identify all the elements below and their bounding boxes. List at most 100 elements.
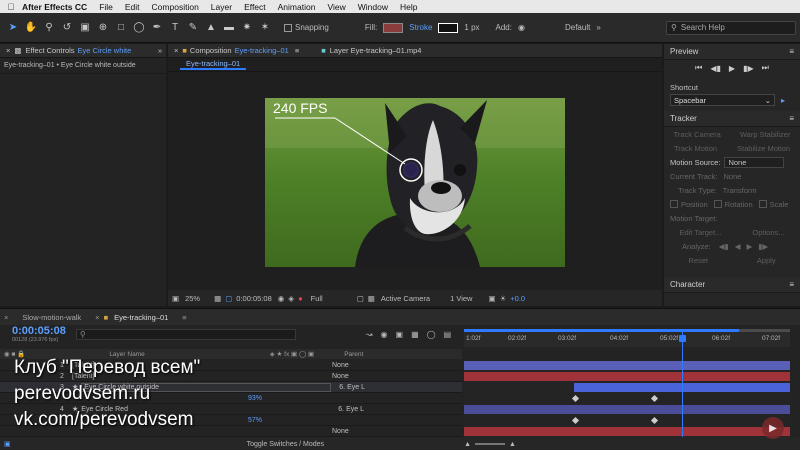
rectangle-tool-icon[interactable]: □ xyxy=(114,21,128,35)
panel-menu-icon[interactable]: ≡ xyxy=(789,280,794,289)
keyframe[interactable] xyxy=(650,394,659,403)
playhead-handle[interactable] xyxy=(679,335,686,342)
roto-brush-tool-icon[interactable]: ✷ xyxy=(240,21,254,35)
property-value[interactable]: 57% xyxy=(248,417,262,424)
menu-edit[interactable]: Edit xyxy=(125,2,140,12)
timeline-search-field[interactable]: ⚲ xyxy=(75,328,296,340)
layer-parent[interactable]: None xyxy=(332,428,349,435)
lock-icon[interactable]: ▩ xyxy=(14,46,21,55)
composition-title[interactable]: Composition xyxy=(190,46,232,55)
workspace-default[interactable]: Default xyxy=(565,23,590,32)
panel-menu-icon[interactable]: ≡ xyxy=(182,313,186,322)
motion-blur-icon[interactable]: ◯ xyxy=(427,330,436,339)
brush-tool-icon[interactable]: ✎ xyxy=(186,21,200,35)
layer-bar[interactable] xyxy=(464,405,790,414)
comp-subtab[interactable]: Eye-tracking–01 xyxy=(180,59,247,70)
rotate-tool-icon[interactable]: ↺ xyxy=(60,21,74,35)
menu-window[interactable]: Window xyxy=(358,2,388,12)
snapshot-icon[interactable]: ◉ xyxy=(278,294,285,303)
type-tool-icon[interactable]: T xyxy=(168,21,182,35)
layer-parent[interactable]: None xyxy=(332,362,349,369)
current-track-value[interactable]: None xyxy=(724,172,742,181)
grid-icon[interactable]: ▦ xyxy=(214,294,221,303)
close-icon[interactable]: × xyxy=(6,46,10,55)
motion-source-dropdown[interactable]: None xyxy=(724,156,785,168)
view-dropdown[interactable]: 1 View xyxy=(450,294,472,303)
position-checkbox[interactable] xyxy=(670,200,678,208)
tracker-header[interactable]: Tracker ≡ xyxy=(664,111,800,127)
panel-menu-icon[interactable]: ≡ xyxy=(295,46,299,55)
property-value[interactable]: 93% xyxy=(248,395,262,402)
edit-target-button[interactable]: Edit Target... xyxy=(679,228,721,237)
close-icon[interactable]: × xyxy=(95,313,99,322)
track-camera-button[interactable]: Track Camera xyxy=(674,130,721,139)
time-ruler[interactable]: 1:02f 02:02f 03:02f 04:02f 05:02f 06:02f… xyxy=(464,329,790,347)
keyframe[interactable] xyxy=(571,416,580,425)
layer-parent[interactable]: 6. Eye L xyxy=(338,406,364,413)
timeline-timecode[interactable]: 0:00:05:08 xyxy=(12,325,66,337)
exposure-value[interactable]: +0.0 xyxy=(510,294,525,303)
menu-composition[interactable]: Composition xyxy=(152,2,199,12)
camera-dropdown[interactable]: Active Camera xyxy=(381,294,430,303)
panel-menu-icon[interactable]: ≡ xyxy=(789,47,794,56)
apple-icon[interactable]:  xyxy=(0,2,22,12)
close-icon[interactable]: × xyxy=(174,46,178,55)
magnification-icon[interactable]: ▣ xyxy=(172,294,179,303)
menu-animation[interactable]: Animation xyxy=(278,2,316,12)
zoom-tool-icon[interactable]: ⚲ xyxy=(42,21,56,35)
color-icon[interactable]: ● xyxy=(298,294,303,303)
tab-slow-motion-walk[interactable]: Slow-motion-walk xyxy=(8,313,95,322)
character-header[interactable]: Character ≡ xyxy=(664,277,800,293)
timeline-tracks[interactable] xyxy=(464,360,790,438)
track-type-value[interactable]: Transform xyxy=(723,186,757,195)
frame-blending-icon[interactable]: ▦ xyxy=(411,330,419,339)
panel-expand-icon[interactable]: » xyxy=(158,46,162,55)
fill-swatch[interactable] xyxy=(383,22,404,33)
layer-bar[interactable] xyxy=(464,372,790,381)
layer-tab[interactable]: Layer Eye-tracking–01.mp4 xyxy=(330,46,422,55)
eraser-tool-icon[interactable]: ▬ xyxy=(222,21,236,35)
layer-parent[interactable]: None xyxy=(332,373,349,380)
pan-behind-tool-icon[interactable]: ⊕ xyxy=(96,21,110,35)
menu-file[interactable]: File xyxy=(99,2,113,12)
app-name[interactable]: After Effects CC xyxy=(22,2,87,12)
layer-parent[interactable]: 6. Eye L xyxy=(339,384,365,391)
first-frame-icon[interactable]: ⏮ xyxy=(695,63,702,73)
toggle-switches[interactable]: Toggle Switches / Modes xyxy=(247,441,324,448)
shortcut-dropdown[interactable]: Spacebar ⌄ xyxy=(670,94,775,106)
warp-stabilizer-button[interactable]: Warp Stabilizer xyxy=(740,130,791,139)
selection-tool-icon[interactable]: ➤ xyxy=(6,21,20,35)
playhead[interactable] xyxy=(682,329,683,441)
toggle-pixel-icon[interactable]: ▣ xyxy=(488,294,495,303)
reset-exposure-icon[interactable]: ☀ xyxy=(500,294,507,303)
effect-controls-header[interactable]: × ▩ Effect Controls Eye Circle white » xyxy=(0,44,166,58)
analyze-backward-icon[interactable]: ◀ xyxy=(735,242,741,251)
next-frame-icon[interactable]: ▮▶ xyxy=(743,64,754,73)
analyze-forward-icon[interactable]: ▶ xyxy=(746,242,752,251)
graph-editor-icon[interactable]: ▤ xyxy=(444,330,452,339)
stroke-swatch[interactable] xyxy=(438,22,459,33)
analyze-back-icon[interactable]: ◀▮ xyxy=(719,242,729,251)
zoom-in-icon[interactable]: ▲ xyxy=(509,441,516,448)
snapping-checkbox[interactable] xyxy=(284,23,292,32)
puppet-tool-icon[interactable]: ✶ xyxy=(258,21,272,35)
resolution-dropdown[interactable]: Full xyxy=(311,294,323,303)
layer-bar[interactable] xyxy=(464,361,790,370)
ellipse-tool-icon[interactable]: ◯ xyxy=(132,21,146,35)
play-icon[interactable]: ▶ xyxy=(729,64,735,73)
draft-3d-icon[interactable]: ◉ xyxy=(381,330,388,339)
keyframe[interactable] xyxy=(650,416,659,425)
analyze-next-icon[interactable]: ▮▶ xyxy=(758,242,768,251)
stabilize-motion-button[interactable]: Stabilize Motion xyxy=(737,144,790,153)
current-time[interactable]: 0:00:05:08 xyxy=(236,294,271,303)
work-area-bar[interactable] xyxy=(464,329,739,332)
region-icon[interactable]: ▢ xyxy=(357,294,364,303)
pen-tool-icon[interactable]: ✒ xyxy=(150,21,164,35)
previous-frame-icon[interactable]: ◀▮ xyxy=(710,64,721,73)
tab-eye-tracking[interactable]: Eye-tracking–01 xyxy=(108,313,182,322)
options-button[interactable]: Options... xyxy=(752,228,784,237)
preview-header[interactable]: Preview ≡ xyxy=(664,44,800,60)
hand-tool-icon[interactable]: ✋ xyxy=(24,21,38,35)
add-icon[interactable]: ◉ xyxy=(518,23,525,32)
workspace-menu-icon[interactable]: » xyxy=(596,23,600,32)
